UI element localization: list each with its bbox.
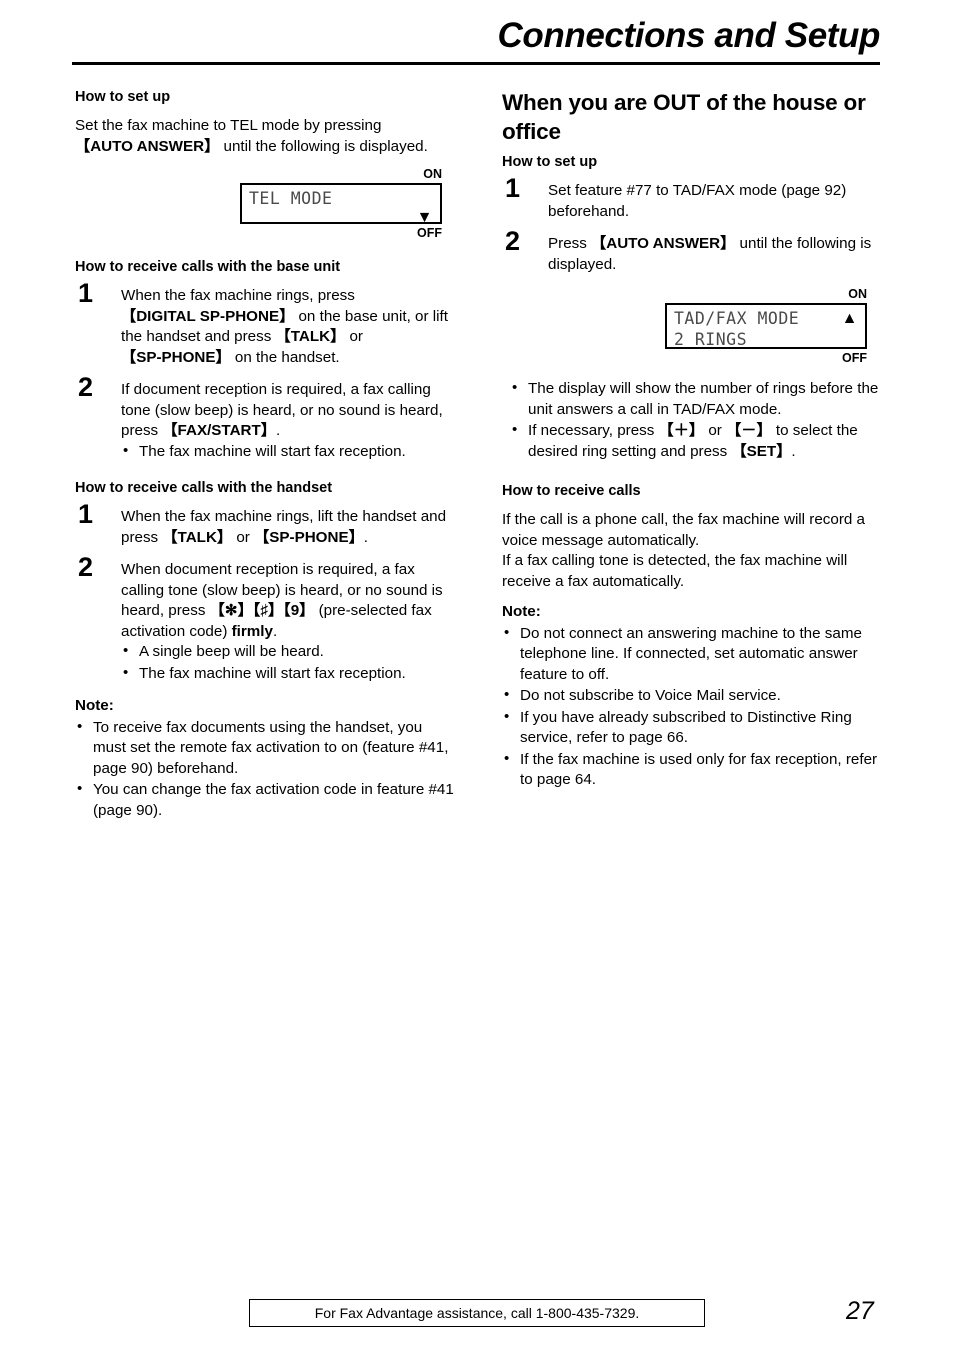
step-out-1: 1 Set feature #77 to TAD/FAX mode (page … xyxy=(502,175,880,222)
heading-how-to-set-up: How to set up xyxy=(75,89,171,105)
bullet-text-part: . xyxy=(791,442,796,460)
tad-display-bullets: The display will show the number of ring… xyxy=(502,378,880,462)
page-title: Connections and Setup xyxy=(497,16,881,55)
lcd-label-off: OFF xyxy=(842,351,867,365)
key-sp-phone: 【SP-PHONE】 xyxy=(121,348,231,366)
lcd-line-1-text: TAD/FAX MODE xyxy=(674,309,800,328)
setup-text-part1: Set the fax machine to TEL mode by press… xyxy=(75,117,382,134)
list-item: If the fax machine is used only for fax … xyxy=(502,749,880,791)
header-divider xyxy=(72,62,880,65)
step-text-part: or xyxy=(345,328,363,345)
page-number: 27 xyxy=(846,1297,874,1325)
bullet-text-part: If necessary, press xyxy=(528,422,659,439)
step-text: When the fax machine rings, lift the han… xyxy=(121,507,455,548)
bullet-text-part: or xyxy=(704,422,727,439)
right-column: When you are OUT of the house or office … xyxy=(502,88,880,792)
step-text-part: or xyxy=(232,528,255,546)
list-item: Do not subscribe to Voice Mail service. xyxy=(502,685,880,707)
step-number: 1 xyxy=(505,173,521,203)
step-text-part: . xyxy=(275,422,281,439)
step-handset-1: 1 When the fax machine rings, lift the h… xyxy=(75,501,455,548)
lcd-label-on: ON xyxy=(423,167,442,181)
step-handset-2-bullets: A single beep will be heard. The fax mac… xyxy=(121,641,455,685)
footer-assistance-text: For Fax Advantage assistance, call 1-800… xyxy=(314,1305,640,1321)
step-text-part: on the handset. xyxy=(230,348,340,366)
key-talk: 【TALK】 xyxy=(162,528,233,546)
list-item: If necessary, press 【＋】 or 【－】 to select… xyxy=(510,420,880,462)
step-number: 2 xyxy=(78,552,94,582)
list-item: The fax machine will start fax reception… xyxy=(121,663,455,685)
key-auto-answer: 【AUTO ANSWER】 xyxy=(75,137,220,155)
list-item: You can change the fax activation code i… xyxy=(75,779,455,821)
up-triangle-icon: ▲ xyxy=(841,309,858,327)
lcd-display-tel-mode: ON TEL MODE ▼ OFF xyxy=(240,167,442,240)
note-list-right: Do not connect an answering machine to t… xyxy=(502,623,880,791)
step-text-part: When the fax machine rings, press xyxy=(121,287,355,304)
heading-receive-handset: How to receive calls with the handset xyxy=(75,480,333,496)
emphasis-firmly: firmly xyxy=(231,622,273,640)
lcd-line-2: 2 RINGS xyxy=(674,329,858,350)
step-base-2: 2 If document reception is required, a f… xyxy=(75,374,455,463)
step-number: 1 xyxy=(78,499,94,529)
setup-paragraph: Set the fax machine to TEL mode by press… xyxy=(75,116,455,157)
step-text: When document reception is required, a f… xyxy=(121,560,455,642)
page-header: Connections and Setup xyxy=(72,14,880,65)
key-minus: 【－】 xyxy=(726,422,772,439)
step-out-2: 2 Press 【AUTO ANSWER】 until the followin… xyxy=(502,228,880,275)
lcd-line-2-text: 2 RINGS xyxy=(674,330,748,349)
lcd-screen: TEL MODE ▼ xyxy=(240,183,442,227)
note-heading-right: Note: xyxy=(502,603,541,620)
key-plus: 【＋】 xyxy=(658,422,705,439)
section-title-out-of-house: When you are OUT of the house or office xyxy=(502,90,866,144)
step-text-part: . xyxy=(272,622,278,640)
step-text: Press 【AUTO ANSWER】 until the following … xyxy=(548,234,880,275)
lcd-screen: TAD/FAX MODE ▲ 2 RINGS xyxy=(665,303,867,349)
list-item: If you have already subscribed to Distin… xyxy=(502,707,880,749)
step-handset-2: 2 When document reception is required, a… xyxy=(75,554,455,685)
step-number: 1 xyxy=(78,278,94,308)
lcd-line-1: TAD/FAX MODE ▲ xyxy=(674,308,858,329)
lcd-label-off: OFF xyxy=(417,226,442,240)
list-item: The display will show the number of ring… xyxy=(510,378,880,420)
lcd-line-1: TEL MODE xyxy=(249,188,433,209)
step-text-part: . xyxy=(363,528,368,546)
lcd-line-2: ▼ xyxy=(249,209,433,227)
step-text: If document reception is required, a fax… xyxy=(121,380,455,442)
footer-assistance-box: For Fax Advantage assistance, call 1-800… xyxy=(249,1299,705,1327)
lcd-label-on: ON xyxy=(848,287,867,301)
key-auto-answer: 【AUTO ANSWER】 xyxy=(591,235,736,252)
step-text: When the fax machine rings, press 【DIGIT… xyxy=(121,286,455,368)
list-item: The fax machine will start fax reception… xyxy=(121,441,455,463)
down-triangle-icon: ▼ xyxy=(416,209,433,226)
key-set: 【SET】 xyxy=(731,442,792,460)
list-item: Do not connect an answering machine to t… xyxy=(502,623,880,686)
note-list-left: To receive fax documents using the hands… xyxy=(75,717,455,822)
key-fax-activation-code: 【✻】【♯】【9】 xyxy=(209,602,315,619)
setup-text-part2: until the following is displayed. xyxy=(219,137,428,155)
left-column: How to set up Set the fax machine to TEL… xyxy=(75,88,455,822)
manual-page: Connections and Setup How to set up Set … xyxy=(0,0,954,1348)
list-item: To receive fax documents using the hands… xyxy=(75,717,455,780)
heading-how-to-set-up-right: How to set up xyxy=(502,154,598,170)
step-text: Set feature #77 to TAD/FAX mode (page 92… xyxy=(548,182,847,220)
step-base-2-bullets: The fax machine will start fax reception… xyxy=(121,441,455,463)
note-heading-left: Note: xyxy=(75,697,114,714)
lcd-display-tad-fax-mode: ON TAD/FAX MODE ▲ 2 RINGS OFF xyxy=(665,287,867,365)
key-fax-start: 【FAX/START】 xyxy=(162,422,276,439)
key-digital-sp-phone: 【DIGITAL SP-PHONE】 xyxy=(121,307,295,325)
receive-paragraph: If the call is a phone call, the fax mac… xyxy=(502,511,865,590)
step-number: 2 xyxy=(78,372,94,402)
heading-how-to-receive-calls: How to receive calls xyxy=(502,483,641,499)
key-sp-phone: 【SP-PHONE】 xyxy=(254,528,364,546)
step-base-1: 1 When the fax machine rings, press 【DIG… xyxy=(75,280,455,368)
heading-receive-base-unit: How to receive calls with the base unit xyxy=(75,259,341,275)
step-text-part: Press xyxy=(548,235,592,252)
step-number: 2 xyxy=(505,226,521,256)
list-item: A single beep will be heard. xyxy=(121,641,455,663)
lcd-line-1-text: TEL MODE xyxy=(249,189,333,208)
key-talk: 【TALK】 xyxy=(275,328,346,345)
